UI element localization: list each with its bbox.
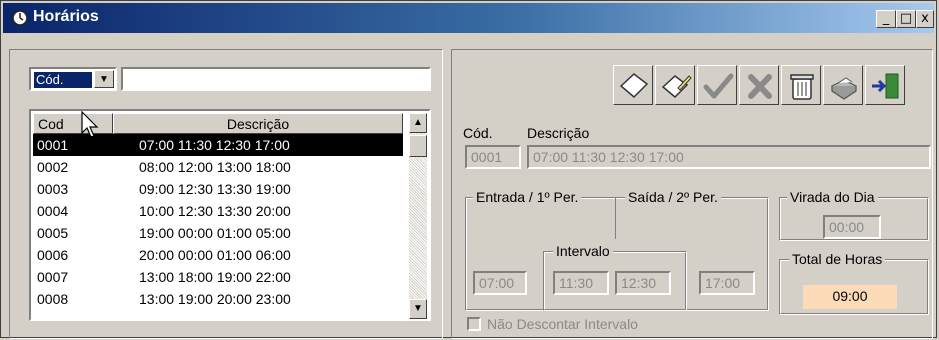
edit-icon: [661, 75, 692, 99]
nao-descontar-checkbox[interactable]: [467, 317, 481, 331]
edit-button[interactable]: [655, 65, 695, 105]
code-label: Cód.: [463, 125, 493, 141]
saida-label: Saída / 2º Per.: [625, 189, 721, 205]
table-row[interactable]: 0002 08:00 12:00 13:00 18:00: [33, 156, 403, 178]
description-label: Descrição: [527, 125, 590, 141]
schedule-list: Cod Descrição 0001 07:00 11:30 12:30 17:0…: [29, 109, 431, 321]
group-divider: [615, 197, 616, 239]
horarios-window: Horários _ □ x Cód. ▼ Cod Descrição 0001…: [0, 0, 937, 339]
maximize-button[interactable]: □: [896, 10, 916, 28]
row-description: 10:00 12:30 13:30 20:00: [139, 203, 291, 219]
column-header-code[interactable]: Cod: [33, 113, 113, 134]
row-code: 0004: [37, 203, 69, 219]
new-icon: [619, 73, 649, 99]
close-button[interactable]: x: [916, 10, 934, 28]
row-description: 13:00 18:00 19:00 22:00: [139, 269, 291, 285]
trash-icon: [790, 74, 814, 100]
virada-label: Virada do Dia: [787, 189, 878, 205]
table-row[interactable]: 0005 19:00 00:00 01:00 05:00: [33, 222, 403, 244]
mouse-cursor-icon: [81, 111, 99, 138]
printer-icon: [830, 77, 858, 100]
search-field-value: Cód.: [34, 72, 92, 88]
new-button[interactable]: [613, 65, 653, 105]
table-row[interactable]: 0003 09:00 12:30 13:30 19:00: [33, 178, 403, 200]
code-field[interactable]: 0001: [465, 145, 521, 169]
intervalo-end-field[interactable]: 12:30: [615, 271, 671, 295]
table-row[interactable]: 0007 13:00 18:00 19:00 22:00: [33, 266, 403, 288]
row-description: 09:00 12:30 13:30 19:00: [139, 181, 291, 197]
row-description: 20:00 00:00 01:00 06:00: [139, 247, 291, 263]
nao-descontar-label: Não Descontar Intervalo: [487, 316, 638, 332]
row-code: 0005: [37, 225, 69, 241]
row-code: 0006: [37, 247, 69, 263]
scroll-down-icon[interactable]: ▼: [409, 299, 427, 319]
intervalo-start-field[interactable]: 11:30: [553, 271, 609, 295]
search-field-select[interactable]: Cód. ▼: [29, 67, 117, 91]
row-code: 0003: [37, 181, 69, 197]
row-code: 0002: [37, 159, 69, 175]
scroll-up-icon[interactable]: ▲: [409, 113, 427, 133]
scroll-thumb[interactable]: [409, 135, 427, 157]
list-scrollbar[interactable]: ▲ ▼: [409, 113, 427, 319]
cancel-icon: [748, 74, 772, 99]
description-field[interactable]: 07:00 11:30 12:30 17:00: [527, 145, 931, 169]
exit-button[interactable]: [865, 65, 905, 105]
chevron-down-icon[interactable]: ▼: [94, 70, 114, 88]
total-label: Total de Horas: [789, 251, 886, 267]
row-description: 08:00 12:00 13:00 18:00: [139, 159, 291, 175]
row-description: 13:00 19:00 20:00 23:00: [139, 291, 291, 307]
exit-door-icon: [872, 73, 899, 99]
close-icon: x: [921, 11, 929, 26]
row-code: 0007: [37, 269, 69, 285]
intervalo-label: Intervalo: [553, 243, 613, 259]
list-rows: 0001 07:00 11:30 12:30 17:00 0002 08:00 12:…: [33, 134, 403, 310]
entrada-time-field[interactable]: 07:00: [473, 271, 527, 295]
title-bar[interactable]: Horários _ □ x: [3, 3, 934, 33]
virada-field[interactable]: 00:00: [823, 215, 881, 239]
confirm-button[interactable]: [697, 65, 737, 105]
table-row[interactable]: 0008 13:00 19:00 20:00 23:00: [33, 288, 403, 310]
saida-time-field[interactable]: 17:00: [699, 271, 755, 295]
entrada-label: Entrada / 1º Per.: [473, 189, 582, 205]
table-row[interactable]: 0006 20:00 00:00 01:00 06:00: [33, 244, 403, 266]
window-title: Horários: [33, 8, 99, 25]
search-input[interactable]: [121, 67, 431, 91]
cancel-button[interactable]: [739, 65, 779, 105]
row-description: 19:00 00:00 01:00 05:00: [139, 225, 291, 241]
row-code: 0008: [37, 291, 69, 307]
row-description: 07:00 11:30 12:30 17:00: [139, 137, 290, 153]
maximize-icon: □: [899, 11, 913, 26]
column-header-description[interactable]: Descrição: [113, 113, 403, 134]
minimize-icon: _: [882, 11, 890, 26]
table-row[interactable]: 0004 10:00 12:30 13:30 20:00: [33, 200, 403, 222]
total-hours-value: 09:00: [803, 285, 897, 309]
row-code: 0001: [37, 137, 69, 153]
minimize-button[interactable]: _: [876, 10, 896, 28]
delete-button[interactable]: [781, 65, 821, 105]
print-button[interactable]: [823, 65, 863, 105]
confirm-icon: [703, 73, 734, 99]
app-icon: [12, 10, 28, 26]
